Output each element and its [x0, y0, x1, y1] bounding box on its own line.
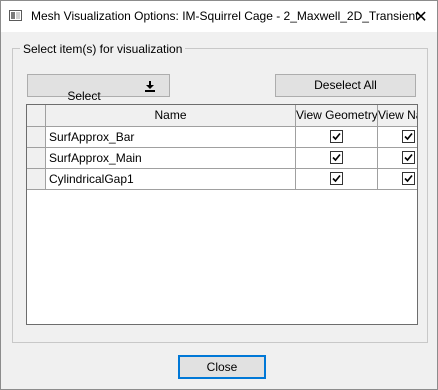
- view-name-cell: [378, 127, 417, 148]
- checkmark-icon: [404, 132, 413, 141]
- checkmark-icon: [404, 153, 413, 162]
- deselect-all-button[interactable]: Deselect All: [275, 74, 416, 97]
- select-button[interactable]: Select: [27, 74, 170, 103]
- checkmark-icon: [332, 132, 341, 141]
- column-header-view-geometry[interactable]: View Geometry: [296, 105, 378, 127]
- grid-corner-header: [27, 105, 46, 127]
- view-name-checkbox[interactable]: [402, 172, 415, 185]
- checkmark-icon: [404, 174, 413, 183]
- view-geometry-checkbox[interactable]: [330, 151, 343, 164]
- column-header-name[interactable]: Name: [46, 105, 296, 127]
- item-name-cell[interactable]: CylindricalGap1: [46, 169, 296, 190]
- item-name-cell[interactable]: SurfApprox_Main: [46, 148, 296, 169]
- view-geometry-checkbox[interactable]: [330, 172, 343, 185]
- view-name-checkbox[interactable]: [402, 130, 415, 143]
- mesh-visualization-dialog: Mesh Visualization Options: IM-Squirrel …: [0, 0, 438, 390]
- close-button[interactable]: Close: [178, 355, 266, 379]
- row-header[interactable]: [27, 169, 46, 190]
- view-name-checkbox[interactable]: [402, 151, 415, 164]
- view-geometry-cell: [296, 169, 378, 190]
- view-name-cell: [378, 148, 417, 169]
- close-icon[interactable]: ✕: [411, 7, 431, 27]
- title-bar[interactable]: Mesh Visualization Options: IM-Squirrel …: [1, 1, 437, 32]
- window-title: Mesh Visualization Options: IM-Squirrel …: [31, 9, 419, 23]
- view-name-cell: [378, 169, 417, 190]
- app-window-icon: [9, 10, 22, 21]
- download-arrow-icon: [145, 81, 155, 92]
- checkmark-icon: [332, 174, 341, 183]
- item-name-cell[interactable]: SurfApprox_Bar: [46, 127, 296, 148]
- checkmark-icon: [332, 153, 341, 162]
- row-header[interactable]: [27, 148, 46, 169]
- column-header-view-name[interactable]: View Name: [378, 105, 417, 127]
- view-geometry-cell: [296, 148, 378, 169]
- view-geometry-cell: [296, 127, 378, 148]
- groupbox-label: Select item(s) for visualization: [20, 42, 186, 56]
- items-grid: Name View Geometry View Name SurfApprox_…: [26, 104, 418, 325]
- row-header[interactable]: [27, 127, 46, 148]
- view-geometry-checkbox[interactable]: [330, 130, 343, 143]
